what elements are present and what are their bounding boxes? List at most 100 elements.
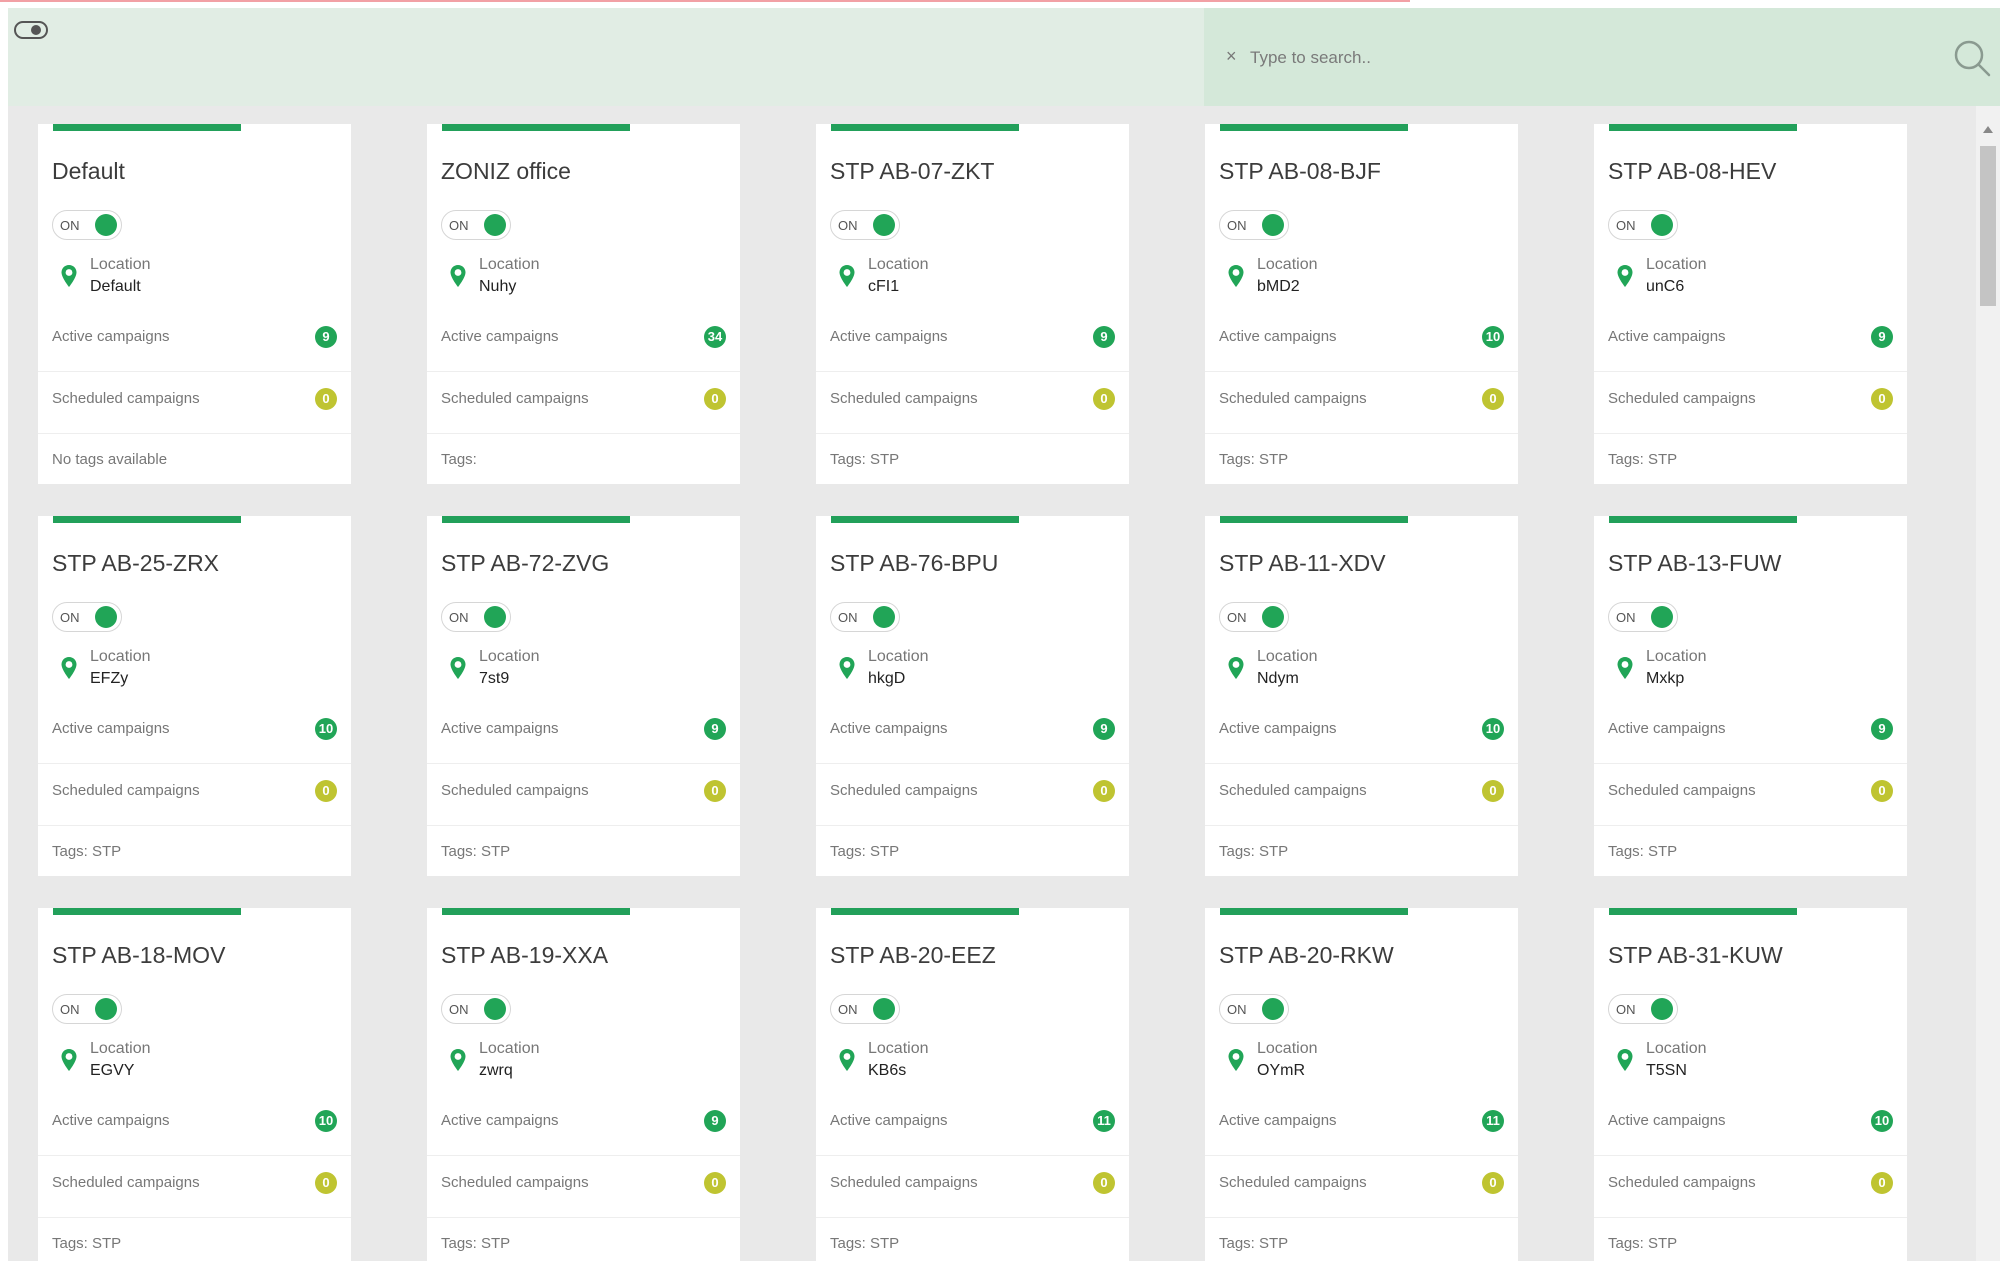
scheduled-campaigns-row[interactable]: Scheduled campaigns 0: [1608, 780, 1893, 802]
scrollbar-thumb[interactable]: [1980, 146, 1996, 306]
scheduled-campaigns-row[interactable]: Scheduled campaigns 0: [1608, 1172, 1893, 1194]
toggle-knob: [873, 998, 895, 1020]
scheduled-campaigns-row[interactable]: Scheduled campaigns 0: [1219, 780, 1504, 802]
on-off-toggle[interactable]: ON: [1608, 210, 1678, 240]
on-off-toggle[interactable]: ON: [441, 994, 511, 1024]
device-card[interactable]: STP AB-08-HEV ON Location unC6 Active ca…: [1594, 124, 1907, 484]
device-card[interactable]: STP AB-11-XDV ON Location Ndym Active ca…: [1205, 516, 1518, 876]
on-off-toggle[interactable]: ON: [830, 602, 900, 632]
search-input[interactable]: [1248, 44, 1892, 72]
on-off-toggle[interactable]: ON: [830, 994, 900, 1024]
on-off-toggle[interactable]: ON: [1219, 210, 1289, 240]
active-campaigns-row[interactable]: Active campaigns 10: [1219, 326, 1504, 348]
toggle-knob: [484, 606, 506, 628]
device-card[interactable]: STP AB-19-XXA ON Location zwrq Active ca…: [427, 908, 740, 1261]
clear-search-icon[interactable]: ×: [1226, 47, 1237, 65]
scheduled-campaigns-count-badge: 0: [1871, 1172, 1893, 1194]
scheduled-campaigns-label: Scheduled campaigns: [1608, 390, 1756, 407]
device-card[interactable]: STP AB-08-BJF ON Location bMD2 Active ca…: [1205, 124, 1518, 484]
on-off-toggle[interactable]: ON: [1608, 602, 1678, 632]
divider: [427, 763, 740, 764]
divider: [38, 371, 351, 372]
active-campaigns-row[interactable]: Active campaigns 9: [830, 718, 1115, 740]
divider: [427, 371, 740, 372]
on-off-toggle[interactable]: ON: [1219, 602, 1289, 632]
device-card[interactable]: STP AB-72-ZVG ON Location 7st9 Active ca…: [427, 516, 740, 876]
scheduled-campaigns-row[interactable]: Scheduled campaigns 0: [52, 1172, 337, 1194]
toggle-knob: [95, 998, 117, 1020]
active-campaigns-row[interactable]: Active campaigns 9: [830, 326, 1115, 348]
on-off-toggle[interactable]: ON: [441, 210, 511, 240]
on-off-toggle[interactable]: ON: [52, 994, 122, 1024]
active-campaigns-row[interactable]: Active campaigns 9: [1608, 718, 1893, 740]
active-campaigns-row[interactable]: Active campaigns 10: [52, 718, 337, 740]
scheduled-campaigns-row[interactable]: Scheduled campaigns 0: [830, 780, 1115, 802]
divider: [816, 1217, 1129, 1218]
card-accent-bar: [1609, 908, 1797, 915]
view-toggle-icon[interactable]: [14, 21, 48, 39]
active-campaigns-label: Active campaigns: [830, 328, 948, 345]
search-icon[interactable]: [1950, 36, 1994, 80]
card-tags: Tags: STP: [830, 843, 900, 860]
device-card[interactable]: Default ON Location Default Active campa…: [38, 124, 351, 484]
card-title: Default: [52, 158, 125, 184]
location-label: Location: [90, 648, 151, 665]
device-card[interactable]: STP AB-18-MOV ON Location EGVY Active ca…: [38, 908, 351, 1261]
active-campaigns-row[interactable]: Active campaigns 9: [52, 326, 337, 348]
location-pin-icon: [839, 265, 855, 287]
active-campaigns-row[interactable]: Active campaigns 9: [1608, 326, 1893, 348]
scheduled-campaigns-row[interactable]: Scheduled campaigns 0: [1219, 388, 1504, 410]
scheduled-campaigns-row[interactable]: Scheduled campaigns 0: [52, 388, 337, 410]
on-off-toggle[interactable]: ON: [52, 602, 122, 632]
scheduled-campaigns-row[interactable]: Scheduled campaigns 0: [1219, 1172, 1504, 1194]
active-campaigns-row[interactable]: Active campaigns 11: [830, 1110, 1115, 1132]
device-card[interactable]: STP AB-25-ZRX ON Location EFZy Active ca…: [38, 516, 351, 876]
scheduled-campaigns-row[interactable]: Scheduled campaigns 0: [441, 780, 726, 802]
scheduled-campaigns-count-badge: 0: [1482, 388, 1504, 410]
card-title: STP AB-31-KUW: [1608, 942, 1783, 968]
device-card[interactable]: ZONIZ office ON Location Nuhy Active cam…: [427, 124, 740, 484]
device-card[interactable]: STP AB-13-FUW ON Location Mxkp Active ca…: [1594, 516, 1907, 876]
on-off-toggle[interactable]: ON: [52, 210, 122, 240]
on-off-toggle[interactable]: ON: [1608, 994, 1678, 1024]
toggle-knob: [95, 214, 117, 236]
card-title: STP AB-08-HEV: [1608, 158, 1777, 184]
scheduled-campaigns-count-badge: 0: [315, 1172, 337, 1194]
active-campaigns-row[interactable]: Active campaigns 11: [1219, 1110, 1504, 1132]
toggle-label: ON: [838, 218, 858, 233]
divider: [1594, 763, 1907, 764]
active-campaigns-row[interactable]: Active campaigns 34: [441, 326, 726, 348]
scheduled-campaigns-row[interactable]: Scheduled campaigns 0: [441, 1172, 726, 1194]
on-off-toggle[interactable]: ON: [441, 602, 511, 632]
active-campaigns-row[interactable]: Active campaigns 10: [52, 1110, 337, 1132]
active-campaigns-row[interactable]: Active campaigns 10: [1608, 1110, 1893, 1132]
scroll-up-arrow-icon[interactable]: [1983, 126, 1993, 133]
on-off-toggle[interactable]: ON: [830, 210, 900, 240]
scheduled-campaigns-row[interactable]: Scheduled campaigns 0: [830, 388, 1115, 410]
active-campaigns-count-badge: 11: [1482, 1110, 1504, 1132]
scheduled-campaigns-count-badge: 0: [1093, 1172, 1115, 1194]
scheduled-campaigns-row[interactable]: Scheduled campaigns 0: [1608, 388, 1893, 410]
device-card[interactable]: STP AB-31-KUW ON Location T5SN Active ca…: [1594, 908, 1907, 1261]
device-card[interactable]: STP AB-76-BPU ON Location hkgD Active ca…: [816, 516, 1129, 876]
active-campaigns-row[interactable]: Active campaigns 9: [441, 1110, 726, 1132]
scheduled-campaigns-row[interactable]: Scheduled campaigns 0: [441, 388, 726, 410]
card-tags: Tags: STP: [830, 451, 900, 468]
device-card[interactable]: STP AB-07-ZKT ON Location cFI1 Active ca…: [816, 124, 1129, 484]
card-accent-bar: [831, 124, 1019, 131]
scheduled-campaigns-row[interactable]: Scheduled campaigns 0: [830, 1172, 1115, 1194]
card-accent-bar: [442, 516, 630, 523]
scheduled-campaigns-row[interactable]: Scheduled campaigns 0: [52, 780, 337, 802]
divider: [1205, 825, 1518, 826]
scrollbar[interactable]: [1976, 106, 2000, 1261]
active-campaigns-row[interactable]: Active campaigns 10: [1219, 718, 1504, 740]
device-card[interactable]: STP AB-20-RKW ON Location OYmR Active ca…: [1205, 908, 1518, 1261]
device-card[interactable]: STP AB-20-EEZ ON Location KB6s Active ca…: [816, 908, 1129, 1261]
active-campaigns-row[interactable]: Active campaigns 9: [441, 718, 726, 740]
active-campaigns-count-badge: 9: [1093, 326, 1115, 348]
on-off-toggle[interactable]: ON: [1219, 994, 1289, 1024]
location-value: cFI1: [868, 278, 900, 295]
toggle-label: ON: [1227, 610, 1247, 625]
divider: [1594, 371, 1907, 372]
scheduled-campaigns-label: Scheduled campaigns: [1608, 1174, 1756, 1191]
